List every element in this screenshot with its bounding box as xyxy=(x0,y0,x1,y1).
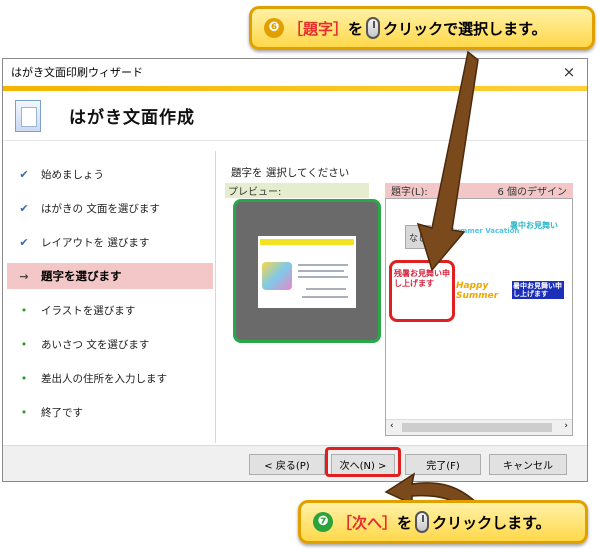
close-icon[interactable]: × xyxy=(559,63,579,81)
screenshot-root: ❻ ［ 題字 ］ を クリックで選択します。 はがき文面印刷ウィザード × はが… xyxy=(0,0,600,555)
callout-bracket-open: ［ xyxy=(337,513,353,532)
bullet-icon: • xyxy=(20,337,28,351)
step-label: 題字を選びます xyxy=(41,269,122,283)
design-tile-zansho: 残暑お見舞い申し上げます xyxy=(394,269,450,288)
bullet-icon: • xyxy=(20,371,28,385)
callout-target-text: 題字 xyxy=(303,19,334,38)
callout-bracket-close: ］ xyxy=(333,19,349,38)
design-label: 題字(L): xyxy=(391,187,428,198)
preview-pane xyxy=(233,199,381,343)
preview-title-bar xyxy=(260,239,354,245)
design-tile-blue-greeting[interactable]: 暑中お見舞い xyxy=(510,221,562,230)
step-number-7: ❼ xyxy=(313,512,333,532)
preview-text-line xyxy=(298,270,344,272)
design-count: 6 個のデザイン xyxy=(497,187,567,198)
preview-text-line xyxy=(302,296,348,298)
bullet-icon: • xyxy=(20,405,28,419)
callout-bracket-open: ［ xyxy=(288,19,304,38)
preview-text-line xyxy=(298,276,348,278)
step-label: あいさつ 文を選びます xyxy=(41,338,150,351)
window-title: はがき文面印刷ウィザード xyxy=(11,66,143,79)
preview-text-line xyxy=(298,264,348,266)
next-button-highlight xyxy=(325,447,401,477)
finish-button[interactable]: 完了(F) xyxy=(405,454,481,475)
design-tile-selected[interactable]: 残暑お見舞い申し上げます xyxy=(389,260,455,322)
postcard-preview-image xyxy=(258,236,356,308)
design-tile-none[interactable]: なし xyxy=(405,225,431,249)
mouse-icon xyxy=(415,511,430,533)
step-item-choose-layout[interactable]: ✔ レイアウトを 選びます xyxy=(7,229,213,255)
horizontal-scrollbar[interactable]: ‹ › xyxy=(386,419,572,435)
preview-illustration xyxy=(262,262,292,290)
step-label: 始めましょう xyxy=(41,168,104,181)
check-icon: ✔ xyxy=(19,167,29,181)
wizard-document-icon xyxy=(15,99,41,132)
arrow-right-icon: → xyxy=(19,269,29,283)
instruction-callout-step7: ❼ ［ 次へ ］ を クリックします。 xyxy=(298,500,588,544)
step-item-choose-body[interactable]: ✔ はがきの 文面を選びます xyxy=(7,195,213,221)
button-bar: < 戻る(P) 次へ(N) > 完了(F) キャンセル xyxy=(3,445,587,481)
preview-text-line xyxy=(306,288,346,290)
step-item-start[interactable]: ✔ 始めましょう xyxy=(7,161,213,187)
step-item-choose-title[interactable]: → 題字を選びます xyxy=(7,263,213,289)
page-title: はがき文面作成 xyxy=(69,108,195,128)
check-icon: ✔ xyxy=(19,201,29,215)
scrollbar-thumb[interactable] xyxy=(402,423,552,432)
design-tile-summer-vacation[interactable]: Summer Vacation xyxy=(450,227,519,235)
scroll-left-icon[interactable]: ‹ xyxy=(390,421,394,431)
check-icon: ✔ xyxy=(19,235,29,249)
step-label: レイアウトを 選びます xyxy=(41,236,150,249)
panel-divider xyxy=(215,151,216,443)
title-bar: はがき文面印刷ウィザード × xyxy=(3,59,587,85)
design-gallery[interactable]: なし Summer Vacation 暑中お見舞い 残暑お見舞い申し上げます H… xyxy=(385,198,573,436)
mouse-icon xyxy=(366,17,381,39)
back-button[interactable]: < 戻る(P) xyxy=(249,454,325,475)
step-label: 差出人の住所を入力します xyxy=(41,372,167,385)
step-item-finish[interactable]: • 終了です xyxy=(7,399,213,425)
scroll-right-icon[interactable]: › xyxy=(564,421,568,431)
step-number-6: ❻ xyxy=(264,18,284,38)
instruction-text: 題字を 選択してください xyxy=(231,167,350,179)
callout-target-text: 次へ xyxy=(352,513,383,532)
preview-label: プレビュー: xyxy=(225,183,369,198)
callout-connector: を xyxy=(348,19,364,38)
callout-action-text: クリックします。 xyxy=(432,513,551,532)
callout-bracket-close: ］ xyxy=(382,513,398,532)
wizard-step-list: ✔ 始めましょう ✔ はがきの 文面を選びます ✔ レイアウトを 選びます → … xyxy=(3,145,215,445)
step-item-choose-greeting[interactable]: • あいさつ 文を選びます xyxy=(7,331,213,357)
callout-connector: を xyxy=(397,513,413,532)
wizard-window: はがき文面印刷ウィザード × はがき文面作成 ✔ 始めましょう ✔ はがきの 文… xyxy=(2,58,588,482)
design-tile-happy-summer[interactable]: Happy Summer xyxy=(456,281,506,301)
instruction-callout-step6: ❻ ［ 題字 ］ を クリックで選択します。 xyxy=(249,6,595,50)
step-item-sender-address[interactable]: • 差出人の住所を入力します xyxy=(7,365,213,391)
callout-action-text: クリックで選択します。 xyxy=(383,19,547,38)
bullet-icon: • xyxy=(20,303,28,317)
step-label: イラストを選びます xyxy=(41,304,136,317)
wizard-header: はがき文面作成 xyxy=(3,91,587,141)
design-tile-navy-greeting[interactable]: 暑中お見舞い申し上げます xyxy=(512,281,564,299)
cancel-button[interactable]: キャンセル xyxy=(489,454,567,475)
step-item-choose-illustration[interactable]: • イラストを選びます xyxy=(7,297,213,323)
step-label: はがきの 文面を選びます xyxy=(41,202,160,215)
design-list-header: 題字(L): 6 個のデザイン xyxy=(385,183,573,198)
step-label: 終了です xyxy=(41,406,83,419)
